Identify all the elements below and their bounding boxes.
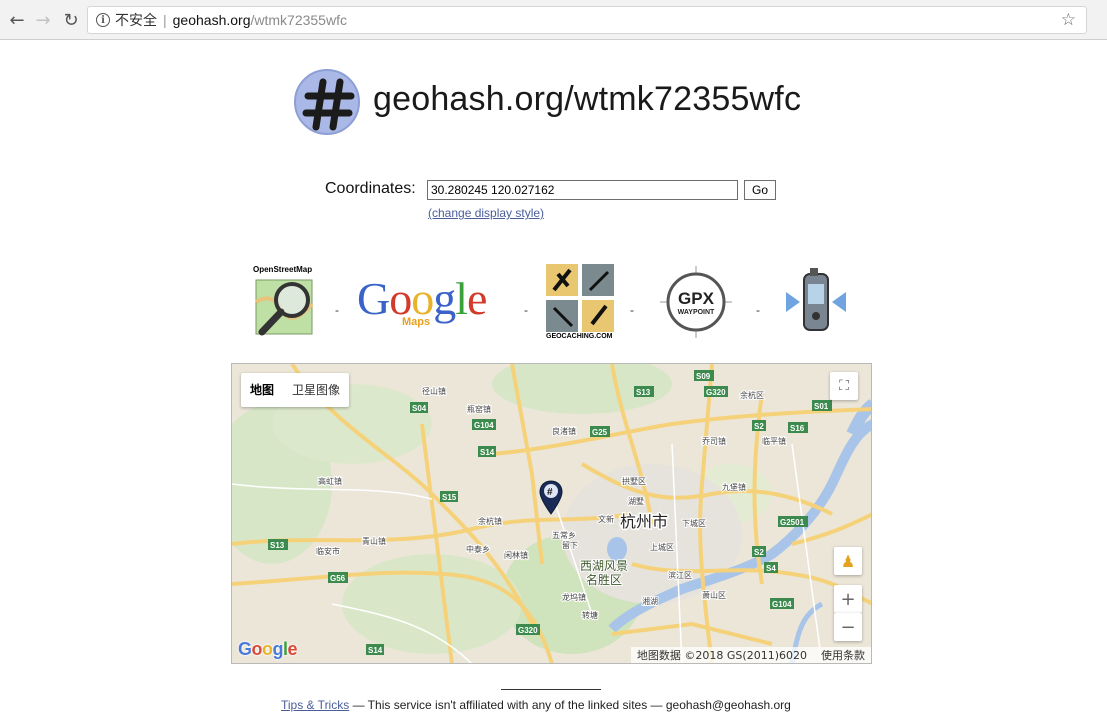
insecure-label: 不安全 <box>115 13 157 29</box>
road-shield: S14 <box>368 646 383 655</box>
map-label-xianghu: 湘湖 <box>642 596 658 606</box>
back-arrow-icon[interactable]: ← <box>6 9 28 31</box>
map-label-xianlin: 闲林镇 <box>504 550 528 560</box>
map-label-jiuqiao: 九堡镇 <box>722 482 746 492</box>
geocaching-icon[interactable] <box>544 262 616 332</box>
forward-arrow-icon[interactable]: → <box>32 9 54 31</box>
map-label-westlake-2: 名胜区 <box>586 572 622 587</box>
map-view[interactable]: 瓶窑镇 径山镇 良渚镇 余杭区 临平镇 高虹镇 余杭镇 闲林镇 五常乡 留下 文… <box>231 363 872 664</box>
road-shield: S13 <box>636 388 651 397</box>
map-label-longwu: 龙坞镇 <box>562 592 586 602</box>
map-label-hangzhou: 杭州市 <box>620 512 668 531</box>
road-shield: G25 <box>592 428 608 437</box>
road-shield: S01 <box>814 402 829 411</box>
url-host: geohash.org <box>172 12 251 28</box>
road-shield: G104 <box>474 421 494 430</box>
map-label-lin-an: 临安市 <box>316 546 340 556</box>
separator: - <box>756 303 760 317</box>
map-attribution-text: 地图数据 ©2018 GS(2011)6020 <box>636 649 807 662</box>
map-attribution: 地图数据 ©2018 GS(2011)6020 使用条款 <box>630 647 871 663</box>
separator: - <box>630 303 634 317</box>
gpx-waypoint-icon[interactable]: GPX WAYPOINT <box>660 266 732 338</box>
change-display-style-link[interactable]: (change display style) <box>428 206 544 220</box>
road-shield: G320 <box>518 626 538 635</box>
bookmark-star-icon[interactable]: ☆ <box>1061 10 1076 30</box>
map-label-binjiang: 滨江区 <box>668 570 692 580</box>
footer: Tips & Tricks — This service isn't affil… <box>281 698 791 712</box>
road-shield: S2 <box>754 548 764 557</box>
map-marker-icon: # <box>539 480 563 515</box>
go-button[interactable]: Go <box>744 180 776 200</box>
separator: - <box>335 303 339 317</box>
separator: - <box>524 303 528 317</box>
road-shield: S16 <box>790 424 805 433</box>
map-label-gongshu: 拱墅区 <box>622 476 646 486</box>
map-label-jingshan: 径山镇 <box>422 386 446 396</box>
gpx-label: GPX <box>678 289 715 308</box>
road-shield: S09 <box>696 372 711 381</box>
address-bar[interactable]: i 不安全 | geohash.org/wtmk72355wfc ☆ <box>87 6 1087 34</box>
footer-text: — This service isn't affiliated with any… <box>349 698 791 712</box>
coordinates-label: Coordinates: <box>325 180 416 197</box>
map-terms-link[interactable]: 使用条款 <box>821 647 865 663</box>
map-label-hushu: 湖墅 <box>628 496 644 506</box>
map-label-xiacheng: 下城区 <box>682 519 706 528</box>
google-maps-caption: Maps <box>402 316 431 328</box>
road-shield: S13 <box>270 541 285 550</box>
map-type-map-button[interactable]: 地图 <box>241 373 283 407</box>
page-title: geohash.org/wtmk72355wfc <box>373 80 802 118</box>
road-shield: S04 <box>412 404 427 413</box>
svg-text:#: # <box>547 487 553 498</box>
road-shield: S15 <box>442 493 457 502</box>
map-label-xiaoshan: 萧山区 <box>702 590 726 600</box>
map-label-wenxin: 文新 <box>598 514 614 524</box>
map-label-zhongtai: 中泰乡 <box>466 544 490 554</box>
openstreetmap-caption: OpenStreetMap <box>253 265 313 274</box>
map-canvas[interactable]: 瓶窑镇 径山镇 良渚镇 余杭区 临平镇 高虹镇 余杭镇 闲林镇 五常乡 留下 文… <box>232 364 872 664</box>
url-separator: | <box>163 12 167 28</box>
gpx-sublabel: WAYPOINT <box>678 309 715 316</box>
map-label-yuhang: 余杭镇 <box>478 516 502 526</box>
gps-device-icon[interactable] <box>780 266 852 336</box>
map-label-pingyao: 瓶窑镇 <box>467 404 491 414</box>
map-label-shangcheng: 上城区 <box>650 543 674 552</box>
footer-divider <box>501 689 601 690</box>
road-shield: G56 <box>330 574 346 583</box>
map-label-liuxia: 留下 <box>562 540 578 550</box>
map-label-gaohong: 高虹镇 <box>318 476 342 486</box>
road-shield: S14 <box>480 448 495 457</box>
map-type-toggle: 地图 卫星图像 <box>241 373 350 407</box>
reload-icon[interactable]: ↻ <box>60 9 82 31</box>
road-shield: G104 <box>772 600 792 609</box>
browser-toolbar: ← → ↻ i 不安全 | geohash.org/wtmk72355wfc ☆ <box>0 0 1107 40</box>
info-icon[interactable]: i <box>96 13 110 27</box>
map-label-liangzhu: 良渚镇 <box>552 426 576 436</box>
map-label-yuhangqu: 余杭区 <box>740 390 764 400</box>
road-shield: G320 <box>706 388 726 397</box>
road-shield: S4 <box>766 564 776 573</box>
map-label-qiaosi: 乔司镇 <box>702 436 726 446</box>
coordinates-input[interactable] <box>427 180 738 200</box>
openstreetmap-icon[interactable] <box>252 274 322 340</box>
road-shield: S2 <box>754 422 764 431</box>
geohash-logo <box>294 69 360 135</box>
fullscreen-icon[interactable]: ⛶ <box>830 372 858 400</box>
geocaching-caption: GEOCACHING.COM <box>546 333 613 340</box>
road-shield: G2501 <box>780 518 805 527</box>
map-label-zhuantang: 转塘 <box>582 610 598 620</box>
map-label-wuchang: 五常乡 <box>552 531 576 540</box>
map-type-satellite-button[interactable]: 卫星图像 <box>283 373 349 407</box>
hash-icon <box>302 78 355 131</box>
zoom-in-button[interactable]: + <box>834 585 862 613</box>
tips-and-tricks-link[interactable]: Tips & Tricks <box>281 698 349 712</box>
google-logo[interactable]: Google <box>238 639 298 660</box>
map-label-westlake-1: 西湖风景 <box>580 558 628 573</box>
street-view-pegman-icon[interactable]: ♟ <box>834 547 862 575</box>
map-label-qingshan: 青山镇 <box>362 536 386 546</box>
zoom-out-button[interactable]: − <box>834 613 862 641</box>
map-label-linping: 临平镇 <box>762 436 786 446</box>
url-path: /wtmk72355wfc <box>250 12 347 28</box>
